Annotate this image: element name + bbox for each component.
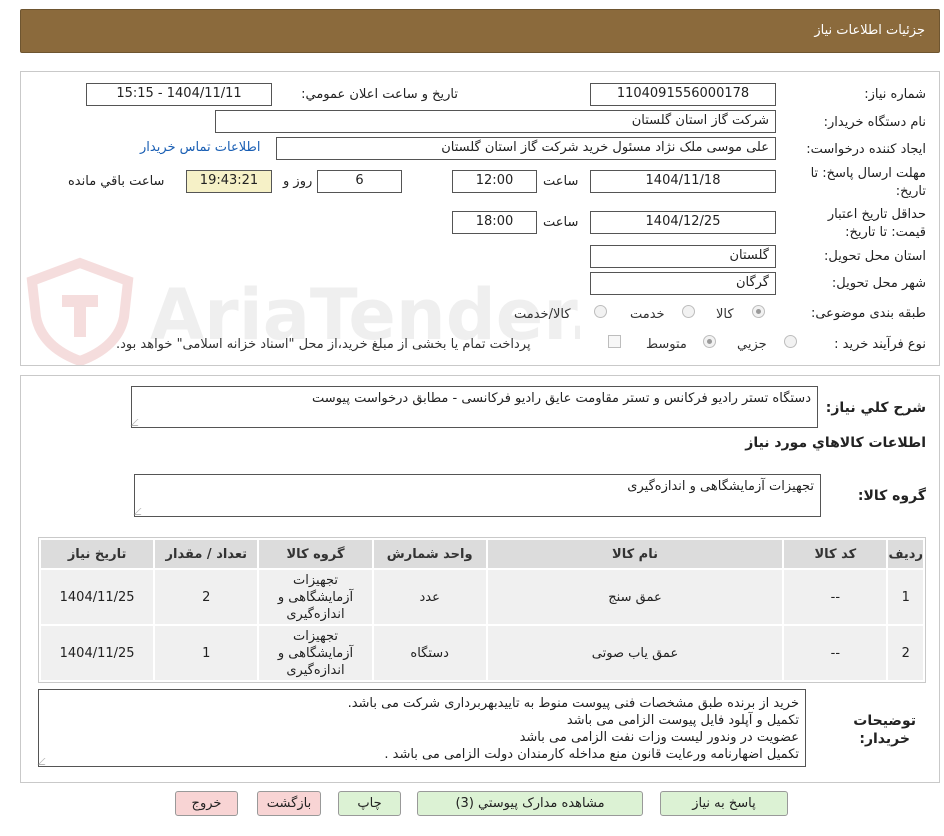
goods-group-label: گروه کالا: — [857, 488, 926, 504]
page-header: جزئیات اطلاعات نیاز — [20, 9, 940, 53]
buyer-org-label: نام دستگاه خریدار: — [823, 115, 926, 130]
buyer-note-line: تکمیل اضهارنامه ورعایت قانون منع مداخله … — [384, 747, 799, 762]
days-label: روز و — [283, 174, 313, 189]
page-title: جزئیات اطلاعات نیاز — [814, 23, 925, 38]
resize-grip-icon[interactable] — [133, 508, 148, 515]
resize-grip-icon[interactable] — [130, 419, 145, 426]
cell-code: -- — [782, 624, 889, 682]
cell-unit: عدد — [371, 568, 488, 626]
need-number-label: شماره نیاز: — [864, 87, 926, 102]
cell-code: -- — [782, 568, 889, 626]
city-label: شهر محل تحویل: — [831, 276, 926, 291]
cell-date: 1404/11/25 — [38, 624, 156, 682]
city-field: گرگان — [590, 272, 776, 295]
category-option-goods: کالا — [716, 307, 734, 322]
buyer-contact-link[interactable]: اطلاعات تماس خریدار — [140, 140, 260, 155]
deadline-label: مهلت ارسال پاسخ: تا تاریخ: — [810, 166, 926, 199]
creator-field: علی موسی ملک نژاد مسئول خرید شرکت گاز اس… — [276, 137, 776, 160]
table-header-row: ردیف کد کالا نام کالا واحد شمارش گروه کا… — [38, 538, 925, 570]
goods-section-title: اطلاعات كالاهاي مورد نياز — [745, 435, 926, 451]
category-option-both: کالا/خدمت — [514, 307, 571, 322]
cell-group-line: آزمایشگاهی و — [277, 645, 354, 661]
validity-time-field: 18:00 — [452, 211, 537, 234]
goods-group-textarea[interactable]: تجهیزات آزمایشگاهی و اندازه‌گیری — [133, 474, 821, 517]
exit-button[interactable]: خروج — [175, 791, 238, 816]
buyer-notes-label-line2: خریدار: — [859, 731, 910, 747]
buyer-org-field: شرکت گاز استان گلستان — [215, 110, 776, 133]
cell-group-line: تجهیزات — [293, 572, 338, 588]
items-table-wrap: ردیف کد کالا نام کالا واحد شمارش گروه کا… — [38, 537, 926, 683]
cell-group-line: تجهیزات — [293, 628, 338, 644]
goods-group-text: تجهیزات آزمایشگاهی و اندازه‌گیری — [627, 479, 814, 494]
process-option-minor: جزیي — [737, 337, 767, 352]
validity-time-label: ساعت — [543, 215, 579, 230]
process-option-medium: متوسط — [646, 337, 687, 352]
view-documents-button[interactable]: مشاهده مدارک پیوستي (3) — [417, 791, 643, 816]
province-field: گلستان — [590, 245, 776, 268]
buyer-note-line: خرید از برنده طبق مشخصات فنی پیوست منوط … — [347, 696, 799, 711]
validity-label: حداقل تاریخ اعتبار قیمت: تا تاریخ: — [827, 207, 926, 240]
announce-datetime-field: 1404/11/11 - 15:15 — [86, 83, 272, 106]
announce-label: تاریخ و ساعت اعلان عمومي: — [301, 87, 458, 102]
buyer-note-line: عضویت در وندور لیست وزات نفت الزامی می ب… — [519, 730, 799, 745]
items-table: ردیف کد کالا نام کالا واحد شمارش گروه کا… — [38, 538, 925, 682]
category-option-service: خدمت — [630, 307, 665, 322]
buyer-note-line: تکمیل و آپلود فایل پیوست الزامی می باشد — [566, 713, 799, 728]
col-code: کد کالا — [782, 538, 889, 570]
table-row[interactable]: 1 -- عمق سنج عدد تجهیزات آزمایشگاهی و ان… — [38, 568, 925, 626]
buyer-notes-label: توضیحات خریدار: — [853, 712, 916, 748]
province-label: استان محل تحویل: — [824, 249, 926, 264]
buyer-notes-label-line1: توضیحات — [853, 713, 916, 729]
col-qty: تعداد / مقدار — [153, 538, 260, 570]
remaining-label: ساعت باقي مانده — [68, 174, 165, 189]
days-remaining-field: 6 — [317, 170, 402, 193]
cell-index: 2 — [886, 624, 925, 682]
process-radio-medium[interactable] — [703, 335, 716, 348]
creator-label: ایجاد کننده درخواست: — [806, 142, 926, 157]
deadline-time-label: ساعت — [543, 174, 579, 189]
cell-group: تجهیزات آزمایشگاهی و اندازه‌گیری — [257, 568, 374, 626]
validity-date-field: 1404/12/25 — [590, 211, 776, 234]
cell-group-line: آزمایشگاهی و — [277, 589, 354, 605]
remaining-time-field: 19:43:21 — [186, 170, 272, 193]
description-label: شرح كلي نياز: — [825, 400, 926, 416]
cell-qty: 2 — [153, 568, 260, 626]
description-text: دستگاه تستر رادیو فرکانس و تستر مقاومت ع… — [312, 391, 811, 406]
buyer-notes-textarea[interactable]: خرید از برنده طبق مشخصات فنی پیوست منوط … — [37, 689, 806, 767]
col-date: تاریخ نیاز — [38, 538, 156, 570]
back-button[interactable]: بازگشت — [257, 791, 321, 816]
need-number-field: 1104091556000178 — [590, 83, 776, 106]
cell-date: 1404/11/25 — [38, 568, 156, 626]
cell-index: 1 — [886, 568, 925, 626]
deadline-date-field: 1404/11/18 — [590, 170, 776, 193]
col-index: ردیف — [886, 538, 925, 570]
deadline-time-field: 12:00 — [452, 170, 537, 193]
category-radio-service[interactable] — [682, 305, 695, 318]
cell-name: عمق یاب صوتی — [485, 624, 785, 682]
treasury-checkbox[interactable] — [608, 335, 621, 348]
category-label: طبقه بندی موضوعی: — [810, 306, 926, 321]
cell-group-line: اندازه‌گیری — [286, 606, 345, 622]
category-radio-goods[interactable] — [752, 305, 765, 318]
cell-unit: دستگاه — [371, 624, 488, 682]
reply-button[interactable]: پاسخ به نیاز — [660, 791, 788, 816]
cell-group-line: اندازه‌گیری — [286, 662, 345, 678]
description-textarea[interactable]: دستگاه تستر رادیو فرکانس و تستر مقاومت ع… — [130, 386, 818, 428]
col-name: نام کالا — [485, 538, 785, 570]
cell-name: عمق سنج — [485, 568, 785, 626]
print-button[interactable]: چاپ — [338, 791, 401, 816]
process-label: نوع فرآیند خرید : — [834, 337, 926, 352]
payment-note: پرداخت تمام یا بخشی از مبلغ خرید،از محل … — [116, 337, 531, 352]
category-radio-both[interactable] — [594, 305, 607, 318]
cell-group: تجهیزات آزمایشگاهی و اندازه‌گیری — [257, 624, 374, 682]
col-group: گروه کالا — [257, 538, 374, 570]
cell-qty: 1 — [153, 624, 260, 682]
table-row[interactable]: 2 -- عمق یاب صوتی دستگاه تجهیزات آزمایشگ… — [38, 624, 925, 682]
col-unit: واحد شمارش — [371, 538, 488, 570]
process-radio-minor[interactable] — [784, 335, 797, 348]
